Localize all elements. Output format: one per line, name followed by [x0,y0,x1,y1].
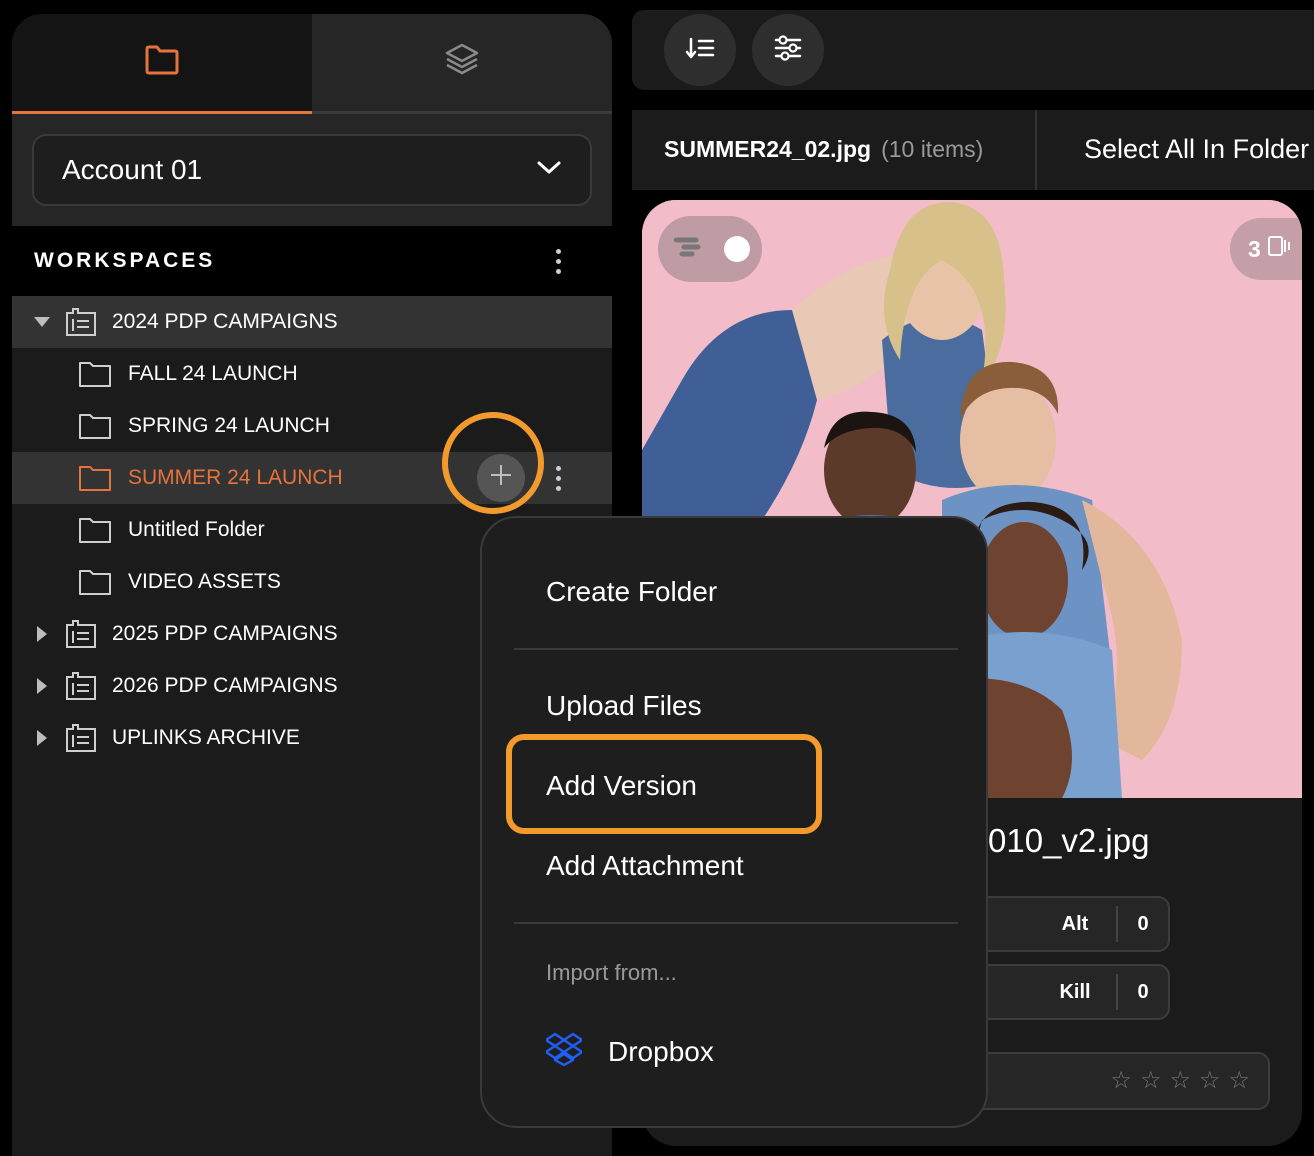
folder-icon [144,44,180,81]
add-button[interactable] [477,454,525,502]
tree-item-2024-pdp-campaigns[interactable]: 2024 PDP CAMPAIGNS [12,296,612,348]
star-icon[interactable]: ☆ [1228,1069,1250,1093]
star-icon[interactable]: ☆ [1110,1069,1132,1093]
folder-icon [78,360,112,388]
tree-item-label: Untitled Folder [128,518,265,541]
tree-item-label: 2025 PDP CAMPAIGNS [112,622,338,645]
filter-sliders-icon [773,34,803,66]
tab-layers[interactable] [312,14,612,114]
star-icon[interactable]: ☆ [1199,1069,1221,1093]
counter-value: 0 [1137,980,1149,1003]
workspace-icon [64,619,98,649]
versions-icon [1267,235,1291,263]
breadcrumb-current[interactable]: SUMMER24_02.jpg (10 items) [664,136,983,163]
caret-down-icon[interactable] [30,316,54,328]
sidebar-tabs [12,14,612,114]
version-count: 3 [1248,235,1261,262]
layers-icon [443,41,481,84]
menu-divider [514,922,958,924]
plus-icon [489,463,513,493]
workspaces-label: WORKSPACES [34,249,216,272]
tree-item-label: SUMMER 24 LAUNCH [128,466,343,489]
workspace-icon [64,723,98,753]
select-all-button[interactable]: Select All In Folder [1084,134,1309,165]
tree-item-label: FALL 24 LAUNCH [128,362,298,385]
folder-icon [78,568,112,596]
tree-item-spring-24-launch[interactable]: SPRING 24 LAUNCH [12,400,612,452]
star-icon[interactable]: ☆ [1140,1069,1162,1093]
comment-lines-icon [673,236,704,263]
menu-divider [514,648,958,650]
folder-icon [78,412,112,440]
tree-item-label: VIDEO ASSETS [128,570,281,593]
menu-item-dropbox[interactable]: Dropbox [544,1032,714,1071]
caret-right-icon[interactable] [30,677,54,695]
context-menu: Create Folder Upload Files Add Version A… [480,516,988,1128]
row-more-icon[interactable] [538,458,578,498]
star-icon[interactable]: ☆ [1169,1069,1191,1093]
toolbar [632,10,1314,90]
item-count: (10 items) [881,136,984,162]
import-from-label: Import from... [546,960,677,985]
workspaces-more-icon[interactable] [538,241,578,281]
tree-item-fall-24-launch[interactable]: FALL 24 LAUNCH [12,348,612,400]
alt-counter[interactable]: Alt 0 [972,896,1170,952]
version-badge[interactable]: 3 [1230,218,1302,280]
star-rating: ☆ ☆ ☆ ☆ ☆ [972,1052,1270,1110]
counter-label: Alt [1061,912,1089,935]
caret-right-icon[interactable] [30,625,54,643]
counter-value: 0 [1137,912,1149,935]
workspaces-header: WORKSPACES [12,226,612,296]
tree-item-label: UPLINKS ARCHIVE [112,726,300,749]
tree-item-summer-24-launch[interactable]: SUMMER 24 LAUNCH [12,452,612,504]
filter-button[interactable] [752,14,824,86]
kill-counter[interactable]: Kill 0 [972,964,1170,1020]
menu-item-upload-files[interactable]: Upload Files [546,690,702,722]
tree-item-label: SPRING 24 LAUNCH [128,414,330,437]
chevron-down-icon [536,160,562,181]
tree-item-label: 2024 PDP CAMPAIGNS [112,310,338,333]
menu-item-add-attachment[interactable]: Add Attachment [546,850,744,882]
workspace-icon [64,671,98,701]
account-dropdown[interactable]: Account 01 [32,134,592,206]
account-name: Account 01 [62,154,203,185]
breadcrumb: SUMMER24_02.jpg (10 items) Select All In … [632,110,1314,190]
menu-item-add-version[interactable]: Add Version [546,770,697,802]
divider [1035,110,1037,190]
menu-item-create-folder[interactable]: Create Folder [546,576,717,608]
toggle-dot [724,236,750,262]
folder-icon [78,464,112,492]
asset-file-name: 010_v2.jpg [988,822,1150,859]
workspace-icon [64,307,98,337]
dropbox-label: Dropbox [608,1035,714,1067]
breadcrumb-file-name: SUMMER24_02.jpg [664,136,872,162]
dropbox-icon [544,1032,584,1071]
tab-folders[interactable] [12,14,312,114]
tree-item-label: 2026 PDP CAMPAIGNS [112,674,338,697]
sort-button[interactable] [664,14,736,86]
account-section: Account 01 [12,114,612,226]
folder-icon [78,516,112,544]
counter-label: Kill [1059,980,1091,1003]
status-toggle[interactable] [658,216,762,282]
caret-right-icon[interactable] [30,729,54,747]
sort-icon [685,36,715,65]
